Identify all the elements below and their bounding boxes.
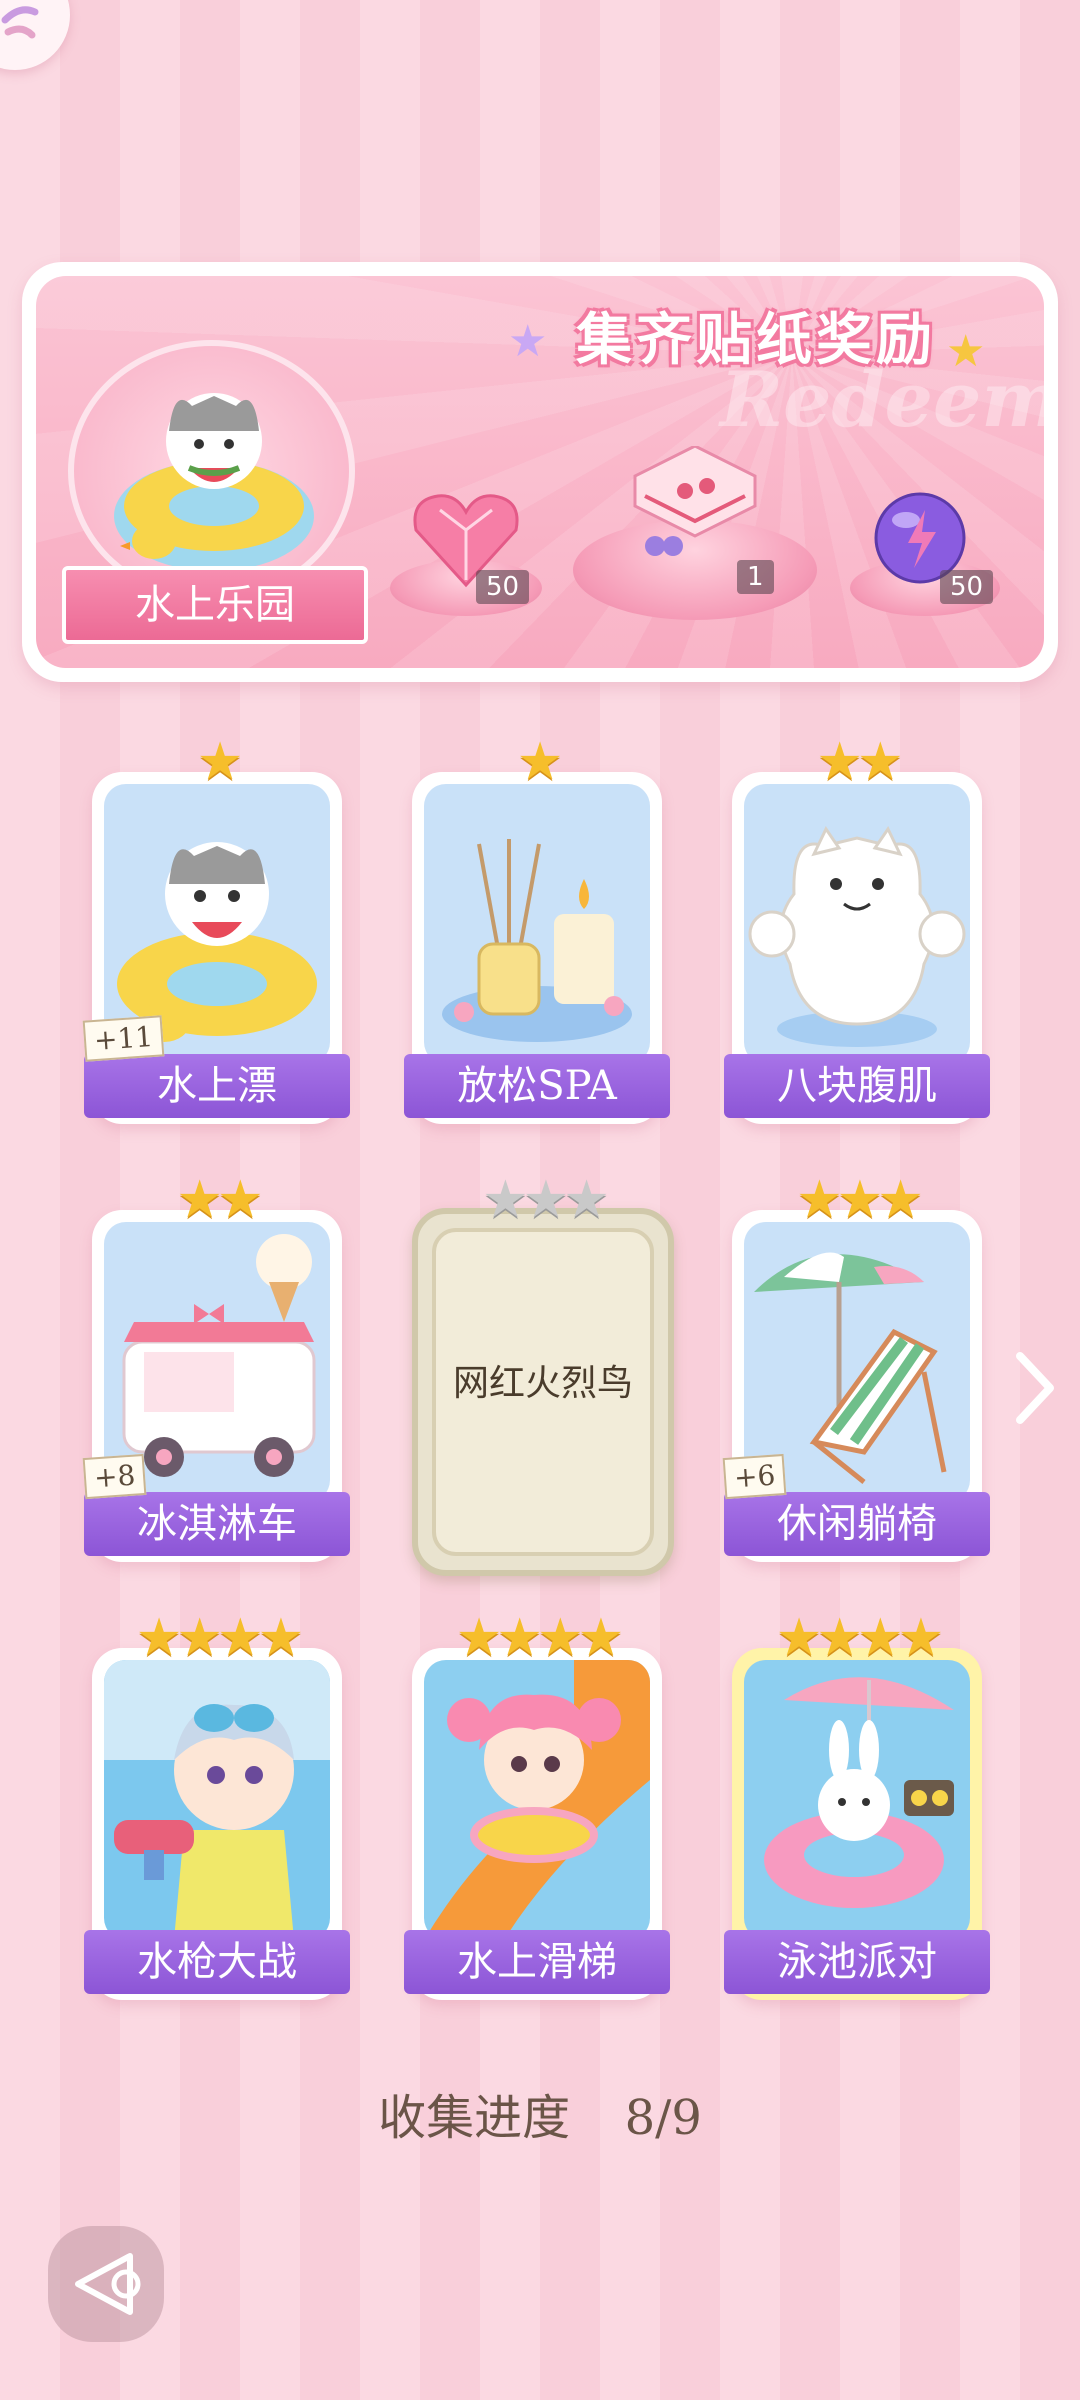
sticker-card[interactable]: ★★★★ 水枪大战 [84,1608,350,2000]
card-label: 网红火烈鸟 [452,1363,633,1404]
park-name-label: 水上乐园 [62,566,368,644]
duplicate-count-badge: +11 [82,1015,165,1062]
menu-corner-button[interactable] [0,0,70,70]
petal-icon [1,6,39,39]
card-stars: ★★ [176,1170,263,1230]
card-stars: ★★★ [796,1170,924,1230]
sticker-card[interactable]: ★★ 冰淇淋车 +8 [82,1170,350,1562]
back-arrow-icon [75,2253,141,2315]
progress-label: 收集进度 [378,2090,571,2146]
card-stars: ★★ [816,732,903,792]
chevron-right-icon[interactable] [1010,1348,1060,1428]
gift-box-icon [633,446,757,556]
muscle-cat-icon [748,826,966,1047]
card-label: 冰淇淋车 [84,1492,350,1556]
star-deco-icon: ★ [508,316,548,367]
card-stars: ★★★★ [775,1608,944,1668]
card-label: 休闲躺椅 [724,1492,990,1556]
reward-count-badge: 50 [940,570,994,604]
collection-progress: 收集进度 8/9 [0,2078,1080,2148]
star-deco-icon: ★ [946,326,986,377]
card-art [744,1660,970,1940]
spa-candle-icon [442,839,632,1042]
duplicate-count-badge: +8 [82,1453,147,1500]
card-label: 放松SPA [404,1054,670,1118]
card-stars: ★ [516,732,564,792]
card-stars: ★★★★ [135,1608,304,1668]
card-stars: ★ [196,732,244,792]
water-gun-boy-icon [104,1660,330,1940]
card-stars: ★★★ [482,1170,610,1230]
sticker-card[interactable]: ★★ 八块腹肌 [724,732,990,1124]
reward-count-badge: 50 [476,570,530,604]
reward-count-badge: 1 [737,560,774,594]
card-label: 泳池派对 [724,1930,990,1994]
locked-sticker-card[interactable]: ★★★ 网红火烈鸟 [412,1170,674,1576]
pool-bunny-icon [764,1677,954,1908]
banner-title: 集齐贴纸奖励 [576,307,936,373]
park-portrait [68,340,355,602]
card-art [424,784,650,1064]
sticker-card[interactable]: ★★★★ 泳池派对 [724,1608,990,2000]
sticker-card[interactable]: ★ 水上漂 +11 [82,732,350,1124]
card-art [744,784,970,1064]
card-label: 八块腹肌 [724,1054,990,1118]
card-label: 水上滑梯 [404,1930,670,1994]
card-stars: ★★★★ [455,1608,624,1668]
card-art [104,1660,330,1940]
sticker-card[interactable]: ★★★★ 水上滑梯 [404,1608,670,2000]
water-slide-girl-icon [424,1660,650,1940]
sticker-card[interactable]: ★ 放松SPA [404,732,670,1124]
back-button[interactable] [48,2226,164,2342]
sticker-card[interactable]: ★★★ 休闲躺椅 +6 [722,1170,990,1562]
card-label: 水枪大战 [84,1930,350,1994]
duplicate-count-badge: +6 [722,1453,787,1500]
cat-swim-ring-icon [114,393,314,571]
card-art [424,1660,650,1940]
card-label: 水上漂 [84,1054,350,1118]
progress-value: 8/9 [624,2090,702,2146]
